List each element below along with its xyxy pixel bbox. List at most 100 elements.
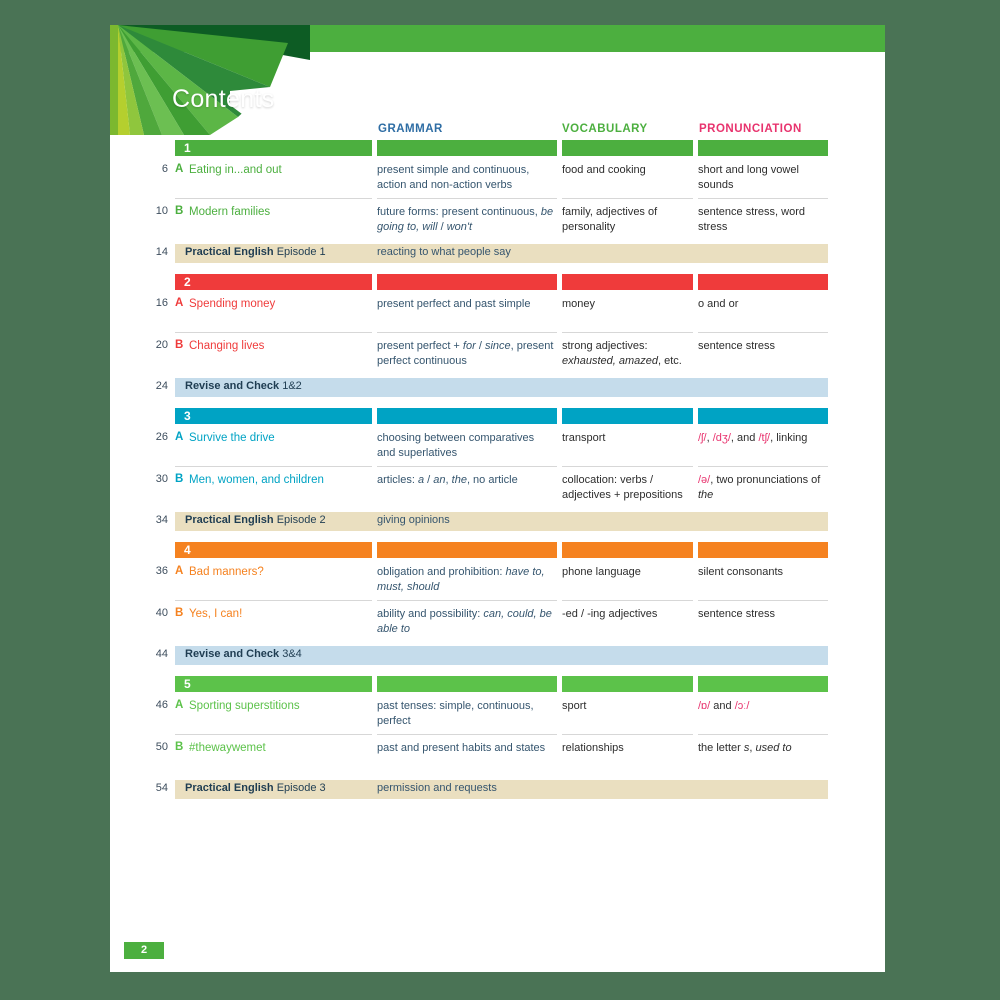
unit-block: 5 46 A Sporting superstitions past tenses: s… [110,676,885,799]
unit-colour-band: 1 [110,140,885,156]
lesson-grammar-cell: obligation and prohibition: have to, mus… [377,566,545,593]
special-row-page-number: 44 [155,648,168,660]
lesson-page-number: 6 [161,163,168,175]
lesson-page-number: 20 [155,339,168,351]
band-segment [377,408,557,424]
row-separator [562,734,693,735]
special-row-page-number: 54 [155,782,168,794]
lesson-grammar-cell: present simple and continuous, action an… [377,164,530,191]
row-separator [377,600,557,601]
lesson-pronunciation-cell: short and long vowel sounds [698,164,799,191]
lesson-letter: B [175,741,184,753]
lesson-row[interactable]: 20 B Changing lives present perfect + for /… [110,332,885,374]
practical-english-row[interactable]: 14 Practical English Episode 1 reacting to… [110,244,885,263]
lesson-row[interactable]: 36 A Bad manners? obligation and prohibitio… [110,558,885,600]
row-separator [698,600,828,601]
lesson-title[interactable]: Men, women, and children [189,473,374,488]
band-segment [562,274,693,290]
row-separator [175,600,372,601]
unit-block: 2 16 A Spending money present perfect and pa… [110,274,885,397]
lesson-page-number: 26 [155,431,168,443]
unit-block: 3 26 A Survive the drive choosing between co… [110,408,885,531]
lesson-row[interactable]: 10 B Modern families future forms: present … [110,198,885,240]
column-header-vocabulary: VOCABULARY [562,123,648,135]
row-separator [698,198,828,199]
special-row-label: Revise and Check 3&4 [185,648,302,660]
row-separator [562,332,693,333]
row-separator [698,466,828,467]
special-row-description: reacting to what people say [377,246,511,258]
lesson-row[interactable]: 26 A Survive the drive choosing between com… [110,424,885,466]
lesson-title[interactable]: Spending money [189,297,374,312]
band-segment: 5 [175,676,372,692]
lesson-title[interactable]: Sporting superstitions [189,699,374,714]
lesson-letter: A [175,297,184,309]
lesson-grammar-cell: past tenses: simple, continuous, perfect [377,700,534,727]
lesson-grammar-cell: choosing between comparatives and superl… [377,432,535,459]
lesson-row[interactable]: 50 B #thewaywemet past and present habits a… [110,734,885,776]
lesson-pronunciation-cell: sentence stress, word stress [698,206,805,233]
unit-block: 1 6 A Eating in...and out present simple and… [110,140,885,263]
lesson-vocabulary-cell: money [562,298,596,310]
unit-number: 4 [184,543,191,557]
lesson-title[interactable]: Changing lives [189,339,374,354]
band-segment [562,542,693,558]
lesson-letter: B [175,205,184,217]
lesson-page-number: 36 [155,565,168,577]
band-segment: 4 [175,542,372,558]
lesson-grammar-cell: past and present habits and states [377,742,546,754]
band-segment [698,542,828,558]
unit-colour-band: 3 [110,408,885,424]
lesson-title[interactable]: Survive the drive [189,431,374,446]
lesson-vocabulary-cell: collocation: verbs / adjectives + prepos… [562,474,683,501]
unit-number: 1 [184,141,191,155]
band-segment [562,408,693,424]
contents-page: Contents GRAMMAR VOCABULARY PRONUNCIATIO… [110,25,885,972]
special-row-label: Revise and Check 1&2 [185,380,302,392]
decorative-fan-graphic [110,25,310,135]
special-row-page-number: 24 [155,380,168,392]
row-separator [175,466,372,467]
unit-colour-band: 4 [110,542,885,558]
special-row-description: permission and requests [377,782,497,794]
revise-and-check-row[interactable]: 24 Revise and Check 1&2 [110,378,885,397]
lesson-grammar-cell: present perfect and past simple [377,298,531,310]
band-segment [377,676,557,692]
special-row-page-number: 34 [155,514,168,526]
band-segment [377,274,557,290]
lesson-row[interactable]: 16 A Spending money present perfect and pas… [110,290,885,332]
lesson-letter: A [175,565,184,577]
lesson-title[interactable]: Yes, I can! [189,607,374,622]
column-header-grammar: GRAMMAR [378,123,443,135]
lesson-vocabulary-cell: sport [562,700,587,712]
lesson-grammar-cell: ability and possibility: can, could, be … [377,608,552,635]
lesson-pronunciation-cell: the letter s, used to [698,742,792,754]
lesson-vocabulary-cell: phone language [562,566,641,578]
lesson-row[interactable]: 30 B Men, women, and children articles: a /… [110,466,885,508]
lesson-vocabulary-cell: strong adjectives: exhausted, amazed, et… [562,340,682,367]
lesson-letter: A [175,431,184,443]
lesson-row[interactable]: 46 A Sporting superstitions past tenses: si… [110,692,885,734]
band-segment [698,408,828,424]
lesson-row[interactable]: 6 A Eating in...and out present simple and … [110,156,885,198]
row-separator [175,198,372,199]
practical-english-row[interactable]: 34 Practical English Episode 2 giving opin… [110,512,885,531]
lesson-pronunciation-cell: sentence stress [698,608,776,620]
lesson-title[interactable]: Eating in...and out [189,163,374,178]
lesson-pronunciation-cell: o and or [698,298,739,310]
row-separator [562,600,693,601]
row-separator [562,466,693,467]
lesson-title[interactable]: Bad manners? [189,565,374,580]
row-separator [377,198,557,199]
lesson-grammar-cell: present perfect + for / since, present p… [377,340,554,367]
lesson-title[interactable]: #thewaywemet [189,741,374,756]
band-segment: 2 [175,274,372,290]
special-row-label: Practical English Episode 2 [185,514,326,526]
lesson-title[interactable]: Modern families [189,205,374,220]
revise-and-check-row[interactable]: 44 Revise and Check 3&4 [110,646,885,665]
band-segment [377,542,557,558]
lesson-row[interactable]: 40 B Yes, I can! ability and possibility: c… [110,600,885,642]
practical-english-row[interactable]: 54 Practical English Episode 3 permission … [110,780,885,799]
lesson-vocabulary-cell: food and cooking [562,164,646,176]
unit-colour-band: 5 [110,676,885,692]
